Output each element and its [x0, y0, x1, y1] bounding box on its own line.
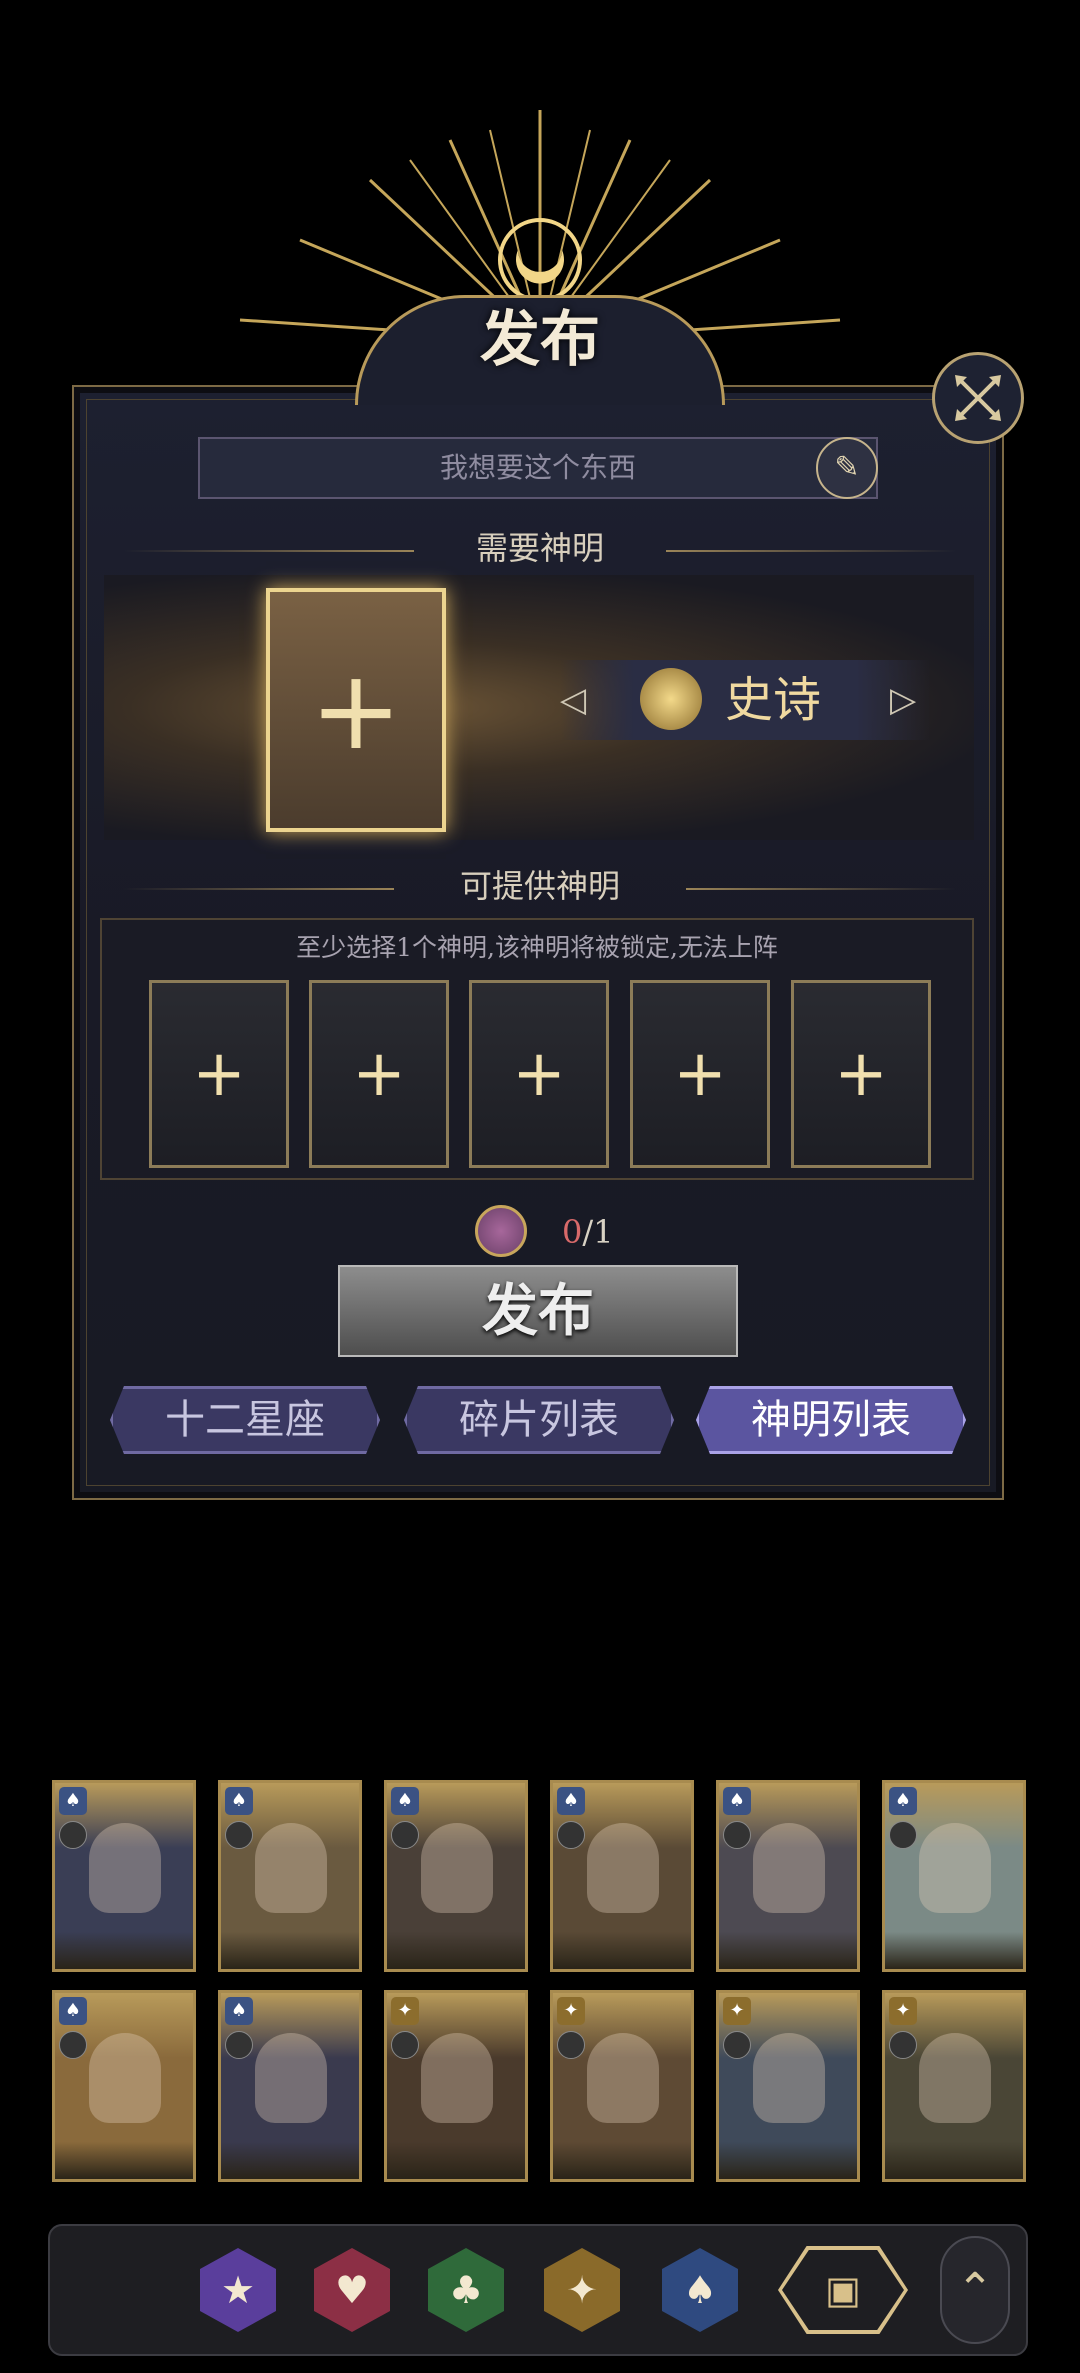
plus-icon: + — [309, 646, 403, 774]
rarity-badge-icon: ♠ — [225, 1787, 253, 1815]
arrow-right-icon[interactable]: ▷ — [890, 660, 916, 740]
god-card[interactable]: ♠ — [218, 1780, 362, 1972]
portrait-art — [919, 1823, 991, 1913]
rarity-selector[interactable]: ◁ 史诗 ▷ — [560, 660, 930, 740]
divider-right — [686, 888, 956, 890]
portrait-art — [753, 2033, 825, 2123]
chevron-up-icon: ⌃ — [956, 2264, 994, 2315]
god-card[interactable]: ✦ — [882, 1990, 1026, 2182]
portrait-art — [919, 2033, 991, 2123]
rarity-badge-icon: ♠ — [59, 1787, 87, 1815]
class-badge-icon — [723, 2031, 751, 2059]
cost-total: /1 — [582, 1213, 614, 1251]
portrait-art — [255, 1823, 327, 1913]
portrait-art — [421, 2033, 493, 2123]
currency-coin-icon — [475, 1205, 527, 1257]
god-card[interactable]: ♠ — [52, 1990, 196, 2182]
class-badge-icon — [889, 2031, 917, 2059]
plus-icon: + — [512, 1037, 566, 1111]
page-title: 发布 — [480, 305, 600, 375]
class-badge-icon — [225, 1821, 253, 1849]
offer-heading: 可提供神明 — [459, 867, 620, 905]
publish-button[interactable]: 发布 — [338, 1265, 738, 1357]
divider-left — [124, 888, 394, 890]
portrait-art — [255, 2033, 327, 2123]
offer-slot-1[interactable]: + — [149, 980, 289, 1168]
tab-gods[interactable]: 神明列表 — [696, 1386, 966, 1454]
offer-slot-5[interactable]: + — [791, 980, 931, 1168]
rarity-badge-icon: ♠ — [225, 1997, 253, 2025]
plus-icon: + — [352, 1037, 406, 1111]
offer-slot-3[interactable]: + — [469, 980, 609, 1168]
rarity-badge-icon: ♠ — [391, 1787, 419, 1815]
god-card[interactable]: ♠ — [716, 1780, 860, 1972]
rarity-badge-icon: ♠ — [723, 1787, 751, 1815]
cost-counter: 0/1 — [562, 1202, 702, 1262]
rarity-badge-icon: ♠ — [59, 1997, 87, 2025]
tab-fragments[interactable]: 碎片列表 — [404, 1386, 674, 1454]
rarity-badge-icon: ✦ — [391, 1997, 419, 2025]
rarity-badge-icon: ♠ — [889, 1787, 917, 1815]
collapse-button[interactable]: ⌃ — [940, 2236, 1010, 2344]
class-badge-icon — [391, 1821, 419, 1849]
plus-icon: + — [192, 1037, 246, 1111]
portrait-art — [587, 2033, 659, 2123]
god-card[interactable]: ♠ — [52, 1780, 196, 1972]
class-badge-icon — [59, 2031, 87, 2059]
god-card[interactable]: ✦ — [550, 1990, 694, 2182]
required-god-slot[interactable]: + — [266, 588, 446, 832]
close-icon — [955, 375, 1001, 421]
rarity-badge-icon: ✦ — [723, 1997, 751, 2025]
class-badge-icon — [59, 1821, 87, 1849]
tab-zodiac[interactable]: 十二星座 — [110, 1386, 380, 1454]
required-heading: 需要神明 — [475, 529, 604, 567]
god-card[interactable]: ♠ — [550, 1780, 694, 1972]
gem-icon — [640, 668, 702, 730]
portrait-art — [587, 1823, 659, 1913]
divider-left — [124, 550, 414, 552]
class-badge-icon — [557, 2031, 585, 2059]
god-card[interactable]: ♠ — [218, 1990, 362, 2182]
rarity-badge-icon: ✦ — [557, 1997, 585, 2025]
god-card[interactable]: ✦ — [384, 1990, 528, 2182]
offer-hint: 至少选择1个神明,该神明将被锁定,无法上阵 — [296, 933, 778, 962]
offer-slot-2[interactable]: + — [309, 980, 449, 1168]
portrait-art — [89, 1823, 161, 1913]
offer-slot-4[interactable]: + — [630, 980, 770, 1168]
class-badge-icon — [723, 1821, 751, 1849]
plus-icon: + — [834, 1037, 888, 1111]
class-badge-icon — [225, 2031, 253, 2059]
rarity-badge-icon: ♠ — [557, 1787, 585, 1815]
god-card[interactable]: ♠ — [384, 1780, 528, 1972]
plus-icon: + — [673, 1037, 727, 1111]
god-card[interactable]: ♠ — [882, 1780, 1026, 1972]
rarity-badge-icon: ✦ — [889, 1997, 917, 2025]
class-badge-icon — [889, 1821, 917, 1849]
class-badge-icon — [557, 1821, 585, 1849]
rarity-label: 史诗 — [725, 672, 822, 728]
divider-right — [666, 550, 956, 552]
arrow-left-icon[interactable]: ◁ — [560, 660, 586, 740]
grid-all-icon-inner: ▣ — [782, 2250, 904, 2330]
portrait-art — [421, 1823, 493, 1913]
wish-input[interactable]: 我想要这个东西 — [198, 437, 878, 499]
quill-edit-icon[interactable]: ✎ — [816, 437, 878, 499]
portrait-art — [89, 2033, 161, 2123]
cost-current: 0 — [562, 1213, 583, 1251]
god-card[interactable]: ✦ — [716, 1990, 860, 2182]
close-button[interactable] — [932, 352, 1024, 444]
class-badge-icon — [391, 2031, 419, 2059]
portrait-art — [753, 1823, 825, 1913]
